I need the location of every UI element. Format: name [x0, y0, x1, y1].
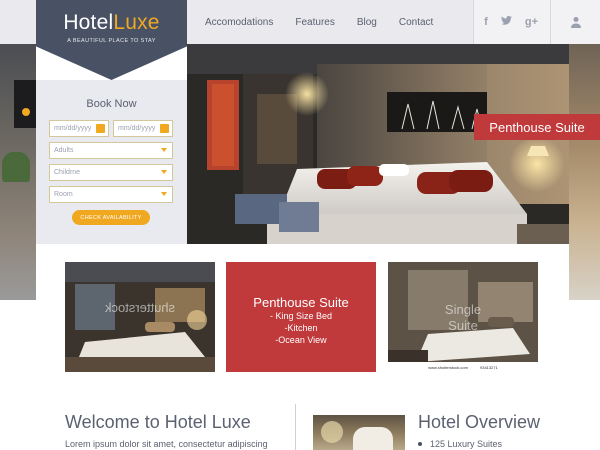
- social-links: f g+: [473, 0, 550, 44]
- bullet-icon: [418, 442, 422, 446]
- nav-blog[interactable]: Blog: [357, 17, 377, 28]
- hero-bedroom-photo: [187, 44, 569, 244]
- hero-bedroom-illustration: [187, 44, 569, 244]
- checkout-date-placeholder: mm/dd/yyyy: [118, 125, 156, 132]
- chevron-down-icon: [161, 170, 167, 174]
- hero-right-photo-strip: [569, 44, 600, 300]
- chevron-down-icon: [161, 192, 167, 196]
- children-select[interactable]: Childrne: [49, 164, 173, 181]
- feature-line: - King Size Bed: [269, 311, 333, 321]
- children-select-value: Childrne: [54, 169, 81, 176]
- calendar-icon[interactable]: [96, 124, 105, 133]
- brand-tagline: A BEAUTIFUL PLACE TO STAY: [67, 38, 156, 44]
- single-suite-overlay-line: Suite: [448, 318, 478, 333]
- room-select-value: Room: [54, 191, 73, 198]
- feature-line: -Kitchen: [284, 323, 318, 333]
- stock-caption-site: www.shutterstock.com: [428, 364, 468, 370]
- user-account-button[interactable]: [550, 0, 600, 44]
- feature-card-title: Penthouse Suite: [253, 295, 349, 310]
- welcome-heading: Welcome to Hotel Luxe: [65, 412, 251, 432]
- promo-badge[interactable]: Penthouse Suite: [474, 114, 600, 140]
- booking-panel: Book Now mm/dd/yyyy mm/dd/yyyy Adults Ch…: [36, 80, 187, 244]
- adults-select-value: Adults: [54, 147, 74, 154]
- user-icon: [570, 17, 581, 28]
- checkout-date-field[interactable]: mm/dd/yyyy: [113, 120, 173, 137]
- twitter-icon[interactable]: [500, 15, 512, 28]
- feature-line: -Ocean View: [275, 335, 327, 345]
- check-availability-button[interactable]: CHECK AVAILABILITY: [72, 210, 150, 225]
- room-card-single-suite[interactable]: Single Suite www.shutterstock.com 934132…: [388, 262, 538, 372]
- single-suite-overlay-line: Single: [444, 302, 482, 317]
- overview-list-item-text: 125 Luxury Suites: [430, 439, 503, 449]
- overview-thumbnail: [313, 415, 405, 450]
- overview-list-item: 125 Luxury Suites: [418, 439, 502, 449]
- googleplus-icon[interactable]: g+: [525, 16, 538, 28]
- shutterstock-watermark: shutterstock: [104, 300, 176, 315]
- section-divider: [295, 404, 296, 450]
- feature-card-penthouse[interactable]: Penthouse Suite - King Size Bed -Kitchen…: [226, 262, 376, 372]
- facebook-icon[interactable]: f: [484, 16, 488, 28]
- booking-title: Book Now: [86, 98, 137, 110]
- stock-caption-id: 93413271: [480, 364, 498, 370]
- room-photo: [65, 262, 215, 372]
- brand-logo: HotelLuxe: [36, 11, 187, 35]
- chevron-down-icon: [161, 148, 167, 152]
- main-nav: Accomodations Features Blog Contact: [205, 0, 455, 44]
- adults-select[interactable]: Adults: [49, 142, 173, 159]
- stock-caption: www.shutterstock.com 93413271: [388, 362, 538, 372]
- welcome-text: Lorem ipsum dolor sit amet, consectetur …: [65, 439, 268, 449]
- brand-name-part1: Hotel: [63, 11, 114, 34]
- checkin-date-placeholder: mm/dd/yyyy: [54, 125, 92, 132]
- hero-left-photo-strip: [0, 44, 36, 300]
- room-photo: [388, 262, 538, 362]
- nav-contact[interactable]: Contact: [399, 17, 433, 28]
- calendar-icon[interactable]: [160, 124, 169, 133]
- nav-accomodations[interactable]: Accomodations: [205, 17, 273, 28]
- brand-name-part2: Luxe: [113, 11, 160, 34]
- nav-features[interactable]: Features: [295, 17, 334, 28]
- overview-heading: Hotel Overview: [418, 412, 541, 432]
- room-select[interactable]: Room: [49, 186, 173, 203]
- checkin-date-field[interactable]: mm/dd/yyyy: [49, 120, 109, 137]
- room-card-deluxe[interactable]: shutterstock: [65, 262, 215, 372]
